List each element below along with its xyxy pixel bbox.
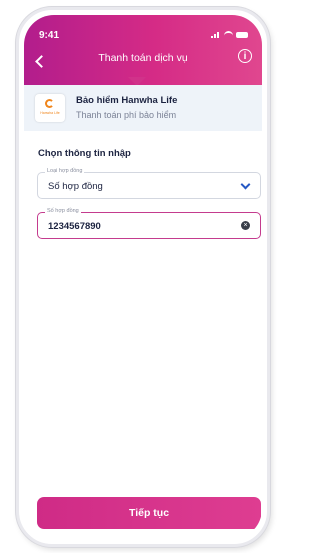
app-header: 9:41 Thanh toán dịch vụ i [24, 15, 262, 86]
contract-number-input[interactable]: Số hợp đồng 1234567890 × [37, 208, 261, 239]
info-icon[interactable]: i [238, 49, 252, 63]
status-icons [211, 31, 248, 38]
section-title: Chọn thông tin nhập [38, 148, 131, 159]
wifi-icon [224, 31, 233, 38]
contract-type-select[interactable]: Loại hợp đồng Số hợp đồng [37, 168, 261, 199]
status-time: 9:41 [39, 30, 60, 41]
provider-name: Bảo hiểm Hanwha Life [76, 95, 178, 106]
contract-number-label: Số hợp đồng [45, 208, 81, 214]
contract-type-value: Số hợp đồng [48, 181, 103, 192]
signal-icon [211, 31, 221, 38]
page-title: Thanh toán dịch vụ [98, 52, 188, 64]
provider-subtitle: Thanh toán phí bảo hiểm [76, 110, 177, 120]
contract-number-value[interactable]: 1234567890 [48, 221, 101, 232]
contract-type-label: Loại hợp đồng [45, 168, 85, 174]
hanwha-logo-icon [45, 99, 54, 108]
phone-frame: 9:41 Thanh toán dịch vụ i Hanwha Life Bả… [16, 7, 270, 547]
clear-icon[interactable]: × [241, 221, 250, 230]
chevron-down-icon[interactable] [240, 179, 251, 190]
screen: 9:41 Thanh toán dịch vụ i Hanwha Life Bả… [24, 15, 262, 539]
continue-button[interactable]: Tiếp tục [37, 497, 261, 529]
provider-card: Hanwha Life Bảo hiểm Hanwha Life Thanh t… [24, 85, 262, 131]
battery-icon [236, 31, 248, 38]
provider-logo: Hanwha Life [35, 94, 65, 122]
logo-text: Hanwha Life [40, 111, 60, 115]
